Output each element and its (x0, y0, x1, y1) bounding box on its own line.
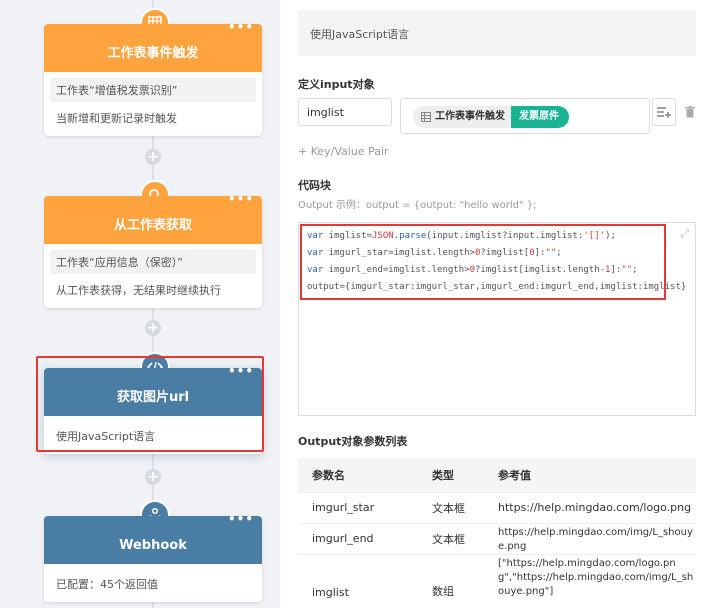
param-type: 数组 (418, 553, 484, 599)
table-header-row: 参数名 类型 参考值 (298, 458, 696, 492)
node-description: 从工作表获得，无结果时继续执行 (56, 284, 221, 297)
node-title: 工作表事件触发 (107, 46, 199, 61)
node-title: 从工作表获取 (113, 218, 192, 233)
field-reference-chip[interactable]: 工作表事件触发 发票原件 (413, 106, 569, 128)
input-section-title: 定义input对象 (298, 78, 375, 91)
output-section-title: Output对象参数列表 (298, 435, 408, 448)
param-name: imgurl_star (298, 491, 418, 523)
table-icon (421, 112, 431, 122)
insert-field-icon (657, 107, 671, 118)
col-header-type: 类型 (418, 458, 484, 492)
param-sample: https://help.mingdao.com/img/L_shouye.pn… (484, 522, 696, 554)
node-header: 从工作表获取 ••• (44, 192, 262, 244)
more-icon[interactable]: ••• (228, 175, 254, 223)
code-hint: Output 示例：output = {output: "hello world… (298, 200, 537, 211)
input-value-field[interactable]: 工作表事件触发 发票原件 (400, 98, 650, 134)
node-subtitle: 工作表“增值税发票识别” (50, 78, 256, 102)
add-key-value-pair-link[interactable]: + Key/Value Pair (298, 145, 389, 158)
node-title: Webhook (119, 538, 187, 553)
param-type: 文本框 (418, 491, 484, 523)
param-type: 文本框 (418, 522, 484, 554)
param-name: imglist (298, 553, 418, 599)
param-sample: ["https://help.mingdao.com/logo.png","ht… (484, 553, 696, 599)
table-row: imgurl_star 文本框 https://help.mingdao.com… (298, 491, 696, 523)
insert-field-button[interactable] (652, 98, 676, 126)
input-key-field[interactable]: imglist (298, 98, 392, 126)
node-header: 工作表事件触发 ••• (44, 20, 262, 72)
col-header-sample: 参考值 (484, 458, 696, 492)
node-config-panel: 使用JavaScript语言 定义input对象 imglist 工作表事件触发… (280, 0, 720, 608)
table-row: imglist 数组 ["https://help.mingdao.com/lo… (298, 553, 696, 599)
add-node-button[interactable]: + (145, 320, 161, 336)
delete-icon[interactable] (685, 106, 695, 121)
node-get-from-worksheet[interactable]: 从工作表获取 ••• 工作表“应用信息（保密）” 从工作表获得，无结果时继续执行 (44, 180, 262, 308)
table-row: imgurl_end 文本框 https://help.mingdao.com/… (298, 522, 696, 554)
selection-highlight (36, 356, 264, 452)
chip-source-label: 工作表事件触发 (435, 111, 505, 122)
node-webhook[interactable]: Webhook ••• 已配置：45个返回值 (44, 500, 262, 602)
node-description: 当新增和更新记录时触发 (56, 112, 177, 125)
param-sample: https://help.mingdao.com/logo.png (484, 491, 696, 523)
workflow-canvas: 工作表事件触发 ••• 工作表“增值税发票识别” 当新增和更新记录时触发 + 从… (0, 0, 278, 608)
node-header: Webhook ••• (44, 512, 262, 564)
output-params-table: 参数名 类型 参考值 imgurl_star 文本框 https://help.… (298, 458, 696, 599)
more-icon[interactable]: ••• (228, 3, 254, 51)
code-section-title: 代码块 (298, 179, 331, 192)
add-node-button[interactable]: + (145, 149, 161, 165)
language-display: 使用JavaScript语言 (298, 10, 696, 56)
more-icon[interactable]: ••• (228, 495, 254, 543)
code-highlight (300, 224, 666, 300)
node-worksheet-trigger[interactable]: 工作表事件触发 ••• 工作表“增值税发票识别” 当新增和更新记录时触发 (44, 8, 262, 136)
node-subtitle: 工作表“应用信息（保密）” (50, 250, 256, 274)
expand-icon[interactable]: ⤢ (680, 227, 689, 241)
param-name: imgurl_end (298, 522, 418, 554)
col-header-name: 参数名 (298, 458, 418, 492)
add-node-button[interactable]: + (145, 469, 161, 485)
chip-field-label: 发票原件 (511, 106, 569, 128)
node-description: 已配置：45个返回值 (56, 578, 158, 591)
chip-source: 工作表事件触发 (413, 106, 511, 128)
